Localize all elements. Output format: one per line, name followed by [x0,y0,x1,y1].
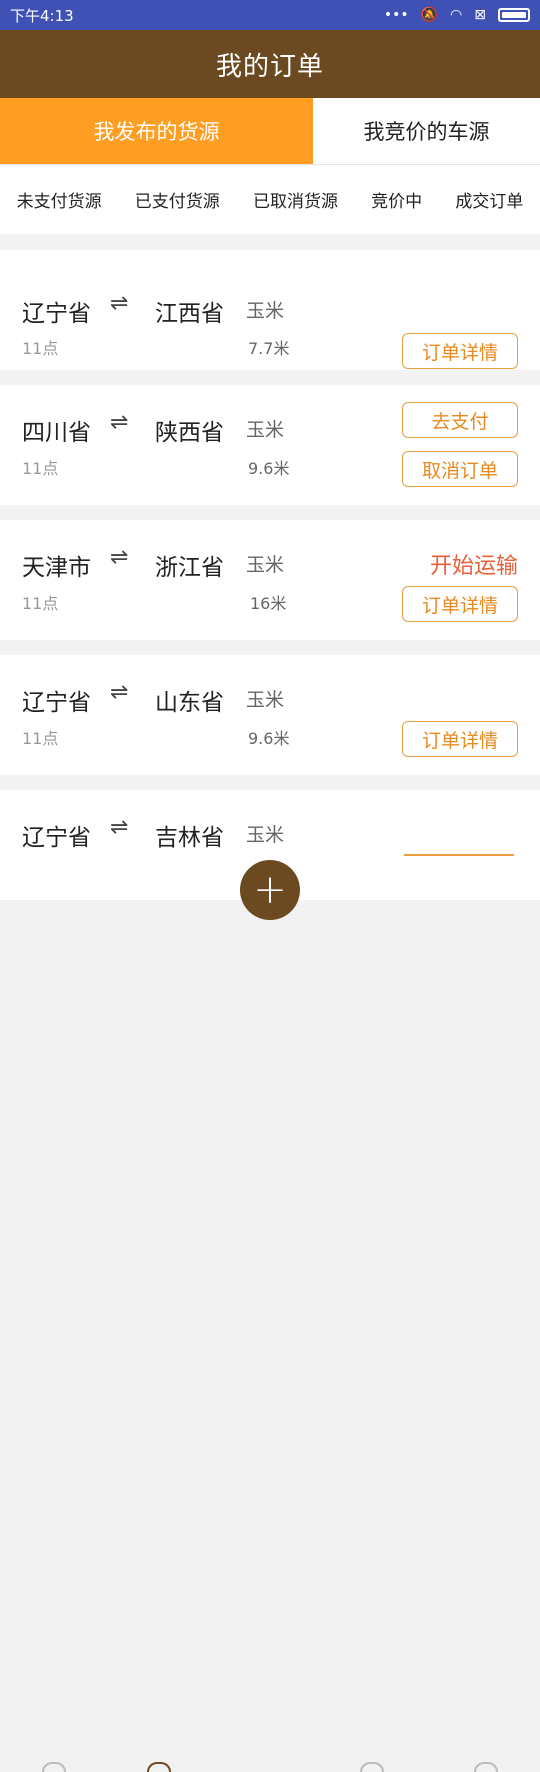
load-time: 11点 [22,459,59,478]
cargo-type: 玉米 [246,689,285,711]
add-button[interactable]: + [240,860,300,920]
subtab-paid[interactable]: 已支付货源 [135,187,220,212]
battery-icon [498,8,530,22]
order-details-button[interactable]: 订单详情 [402,721,518,757]
order-card[interactable]: 辽宁省 ⇌ 江西省 玉米 11点 7.7米 订单详情 [0,250,540,370]
order-card[interactable]: 天津市 ⇌ 浙江省 玉米 11点 16米 开始运输 订单详情 [0,520,540,640]
cargo-type: 玉米 [246,824,285,846]
cancel-order-button[interactable]: 取消订单 [402,451,518,487]
message-icon[interactable] [360,1762,384,1772]
order-card[interactable]: 辽宁省 ⇌ 山东省 玉米 11点 9.6米 订单详情 [0,655,540,775]
swap-arrows-icon: ⇌ [110,410,129,435]
status-bar: 下午4:13 ••• 🔕 ◠ ⊠ [0,0,540,30]
destination-province: 山东省 [155,690,224,716]
cargo-type: 玉米 [246,419,285,441]
swap-arrows-icon: ⇌ [110,545,129,570]
order-tabs: 我发布的货源 我竞价的车源 [0,98,540,164]
sim-icon: ⊠ [474,7,486,23]
destination-province: 陕西省 [155,420,224,446]
vehicle-length: 16米 [250,594,287,613]
page-title: 我的订单 [0,30,540,98]
destination-province: 江西省 [155,301,224,327]
subtab-bidding[interactable]: 竞价中 [371,187,422,212]
order-details-button[interactable]: 订单详情 [402,333,518,369]
orders-icon[interactable] [147,1762,171,1772]
vehicle-length: 9.6米 [248,729,290,748]
swap-arrows-icon: ⇌ [110,291,129,316]
tab-published-cargo[interactable]: 我发布的货源 [0,98,313,164]
status-time: 下午4:13 [10,6,74,25]
destination-province: 吉林省 [155,825,224,851]
order-card[interactable]: 四川省 ⇌ 陕西省 玉米 11点 9.6米 去支付 取消订单 [0,385,540,505]
order-status-label: 开始运输 [429,554,518,579]
cargo-type: 玉米 [246,554,285,576]
origin-province: 辽宁省 [22,825,91,851]
status-icons: ••• 🔕 ◠ ⊠ [384,8,530,22]
order-details-button[interactable]: 订单详情 [402,586,518,622]
swap-arrows-icon: ⇌ [110,680,129,705]
tab-bidding-vehicles[interactable]: 我竞价的车源 [313,98,540,164]
status-filter-tabs: 未支付货源 已支付货源 已取消货源 竞价中 成交订单 [0,164,540,234]
load-time: 11点 [22,729,59,748]
vehicle-length: 9.6米 [248,459,290,478]
subtab-unpaid[interactable]: 未支付货源 [17,187,102,212]
vehicle-length: 7.7米 [248,339,290,358]
origin-province: 四川省 [22,420,91,446]
origin-province: 辽宁省 [22,690,91,716]
load-time: 11点 [22,594,59,613]
home-icon[interactable] [42,1762,66,1772]
swap-arrows-icon: ⇌ [110,815,129,840]
subtab-cancelled[interactable]: 已取消货源 [253,187,338,212]
cargo-type: 玉米 [246,300,285,322]
load-time: 11点 [22,339,59,358]
profile-icon[interactable] [474,1762,498,1772]
wifi-icon: ◠ [450,7,463,23]
origin-province: 辽宁省 [22,301,91,327]
mute-icon: 🔕 [420,7,439,23]
subtab-completed[interactable]: 成交订单 [455,187,523,212]
destination-province: 浙江省 [155,555,224,581]
partial-button-edge [404,854,514,856]
pay-button[interactable]: 去支付 [402,402,518,438]
more-icon: ••• [383,7,409,23]
origin-province: 天津市 [22,555,91,581]
